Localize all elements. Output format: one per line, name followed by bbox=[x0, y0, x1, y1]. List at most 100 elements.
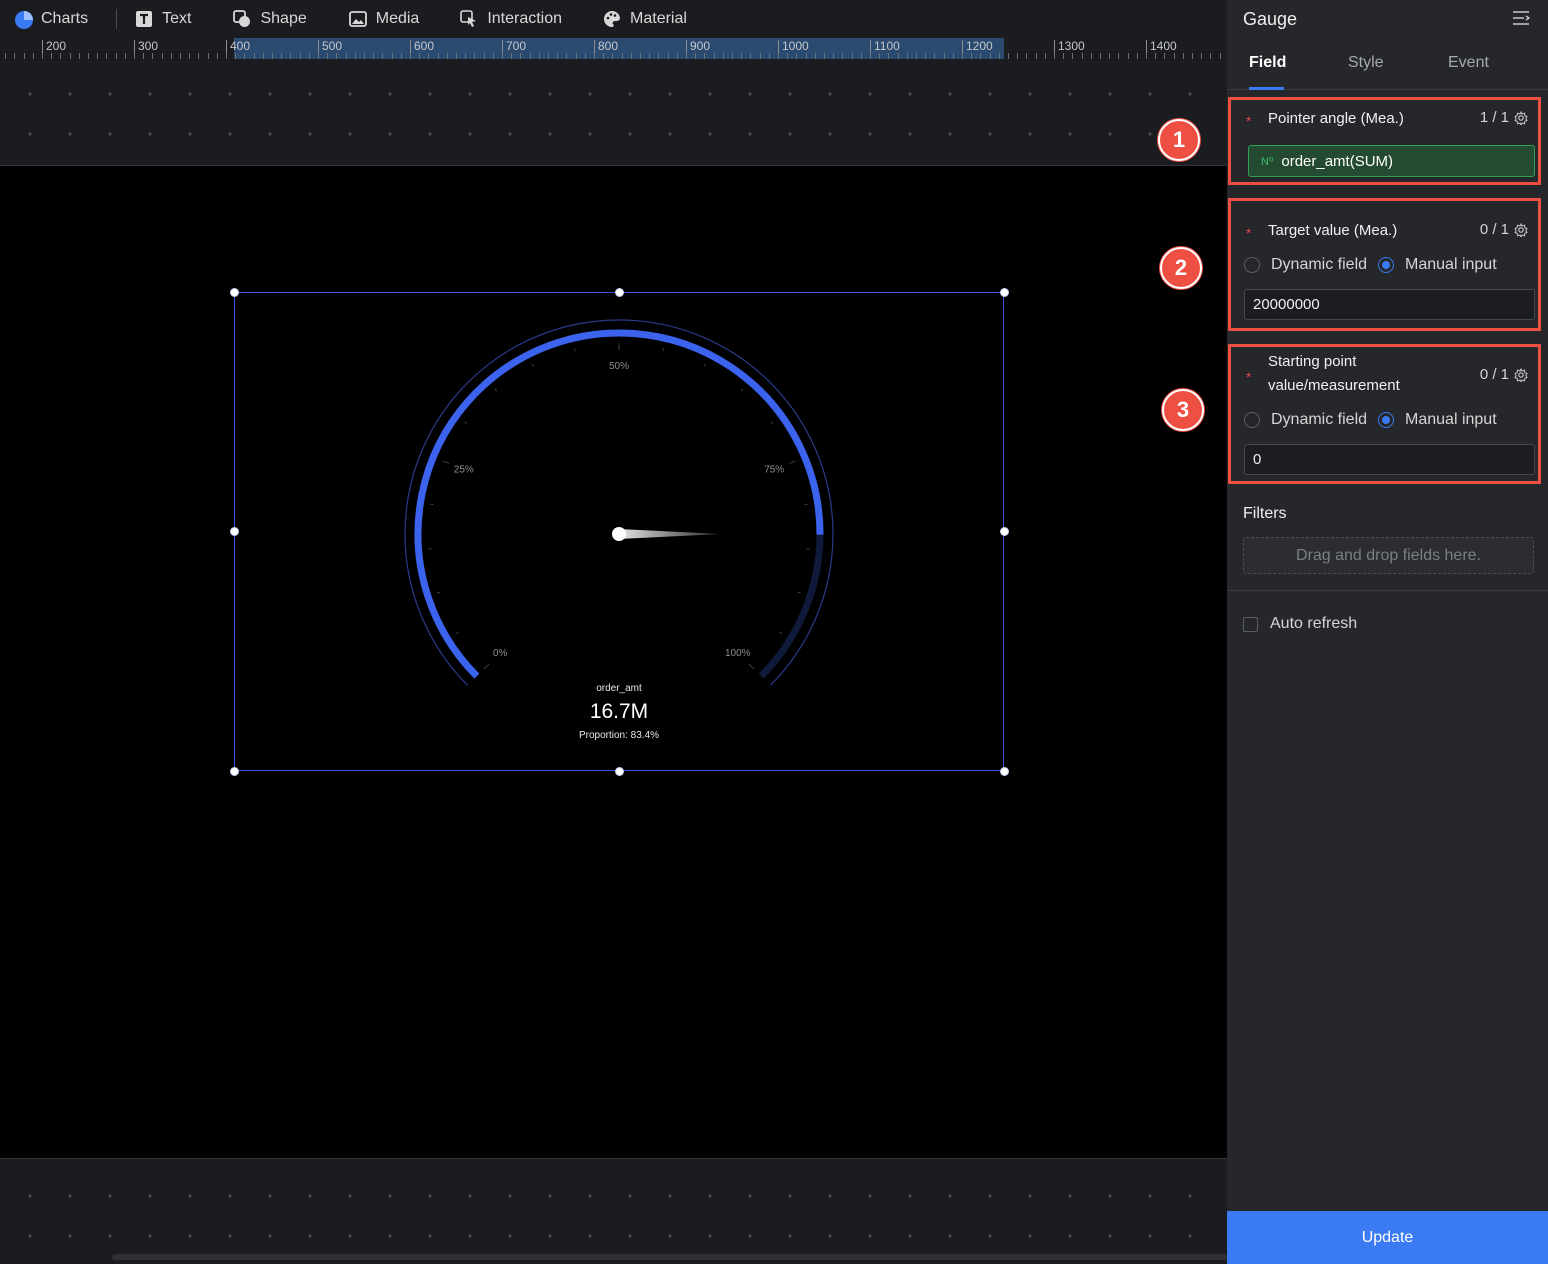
toolbar-text-label: Text bbox=[162, 10, 192, 27]
tab-style[interactable]: Style bbox=[1348, 54, 1384, 72]
toolbar-interaction-label: Interaction bbox=[487, 10, 563, 27]
gauge-tick bbox=[437, 591, 441, 594]
panel-header: Gauge bbox=[1227, 0, 1548, 38]
gauge-tick bbox=[573, 348, 576, 352]
toolbar-text[interactable]: Text bbox=[135, 0, 191, 38]
required-star: * bbox=[1246, 225, 1252, 241]
target-manual-label[interactable]: Manual input bbox=[1405, 256, 1497, 274]
required-star: * bbox=[1246, 113, 1252, 129]
gauge-tick bbox=[748, 663, 755, 670]
gear-icon[interactable] bbox=[1514, 222, 1528, 237]
update-button[interactable]: Update bbox=[1227, 1211, 1548, 1264]
pointer-angle-count: 1 / 1 bbox=[1480, 109, 1528, 126]
resize-handle-top-left[interactable] bbox=[230, 288, 239, 297]
collapse-menu-icon[interactable] bbox=[1512, 10, 1531, 26]
workspace-top-margin bbox=[0, 59, 1227, 166]
gauge-tick-label: 75% bbox=[764, 465, 784, 476]
resize-handle-right[interactable] bbox=[1000, 527, 1009, 536]
resize-handle-left[interactable] bbox=[230, 527, 239, 536]
pointer-angle-field-pill[interactable]: N⁰ order_amt(SUM) bbox=[1248, 145, 1535, 177]
ruler-label: 1100 bbox=[874, 39, 900, 53]
toolbar-separator bbox=[116, 9, 118, 29]
gauge-value: 16.7M bbox=[589, 700, 649, 723]
target-value-input[interactable]: 20000000 bbox=[1244, 289, 1535, 320]
auto-refresh-checkbox[interactable] bbox=[1243, 616, 1258, 632]
resize-handle-top-right[interactable] bbox=[1000, 288, 1009, 297]
gauge-tick bbox=[770, 421, 774, 424]
gauge-tick bbox=[464, 421, 468, 424]
ruler-label: 1300 bbox=[1058, 39, 1085, 53]
toolbar-charts-label: Charts bbox=[41, 10, 89, 27]
toolbar-shape-label: Shape bbox=[260, 10, 307, 27]
gauge-tick bbox=[703, 363, 707, 367]
target-dynamic-label[interactable]: Dynamic field bbox=[1271, 256, 1367, 274]
cursor-icon bbox=[460, 10, 478, 28]
annotation-badge-3: 3 bbox=[1162, 389, 1204, 431]
resize-handle-bottom[interactable] bbox=[615, 767, 624, 776]
toolbar-charts[interactable]: Charts bbox=[14, 0, 88, 38]
resize-handle-top[interactable] bbox=[615, 288, 624, 297]
resize-handle-bottom-right[interactable] bbox=[1000, 767, 1009, 776]
text-icon bbox=[135, 10, 153, 28]
starting-point-count: 0 / 1 bbox=[1480, 366, 1528, 383]
ruler-label: 900 bbox=[690, 39, 711, 53]
gauge-tick-label: 50% bbox=[609, 361, 629, 372]
tab-field[interactable]: Field bbox=[1249, 54, 1286, 72]
toolbar-media-label: Media bbox=[375, 10, 420, 27]
top-toolbar: Charts Text Shape Media Interaction Mate… bbox=[0, 0, 1227, 38]
horizontal-scrollbar[interactable] bbox=[112, 1254, 1227, 1260]
start-dynamic-label[interactable]: Dynamic field bbox=[1271, 411, 1367, 429]
auto-refresh-option[interactable]: Auto refresh bbox=[1243, 615, 1357, 633]
start-dynamic-radio[interactable] bbox=[1244, 412, 1260, 428]
target-value-title: Target value (Mea.) bbox=[1268, 222, 1398, 239]
start-manual-label[interactable]: Manual input bbox=[1405, 411, 1497, 429]
ruler-label: 200 bbox=[46, 39, 67, 53]
ruler-label: 1400 bbox=[1150, 39, 1177, 53]
resize-handle-bottom-left[interactable] bbox=[230, 767, 239, 776]
active-tab-indicator bbox=[1249, 87, 1284, 90]
ruler-label: 400 bbox=[230, 39, 251, 53]
panel-tabs: Field Style Event bbox=[1227, 38, 1548, 90]
pointer-angle-section: * Pointer angle (Mea.) 1 / 1 N⁰ order_am… bbox=[1228, 97, 1541, 185]
gauge-tick bbox=[797, 591, 801, 594]
gauge-needle-pivot bbox=[612, 527, 626, 541]
gauge-proportion: Proportion: 83.4% bbox=[578, 730, 660, 741]
filters-label: Filters bbox=[1243, 505, 1287, 522]
annotation-badge-1: 1 bbox=[1158, 119, 1200, 161]
panel-divider bbox=[1227, 590, 1548, 591]
target-dynamic-radio[interactable] bbox=[1244, 257, 1260, 273]
gauge-tick bbox=[740, 388, 744, 392]
gauge-progress-arc bbox=[414, 329, 824, 679]
required-star: * bbox=[1246, 369, 1252, 385]
toolbar-material[interactable]: Material bbox=[603, 0, 687, 38]
annotation-badge-2: 2 bbox=[1160, 247, 1202, 289]
start-manual-radio[interactable] bbox=[1378, 412, 1395, 428]
ruler-label: 1200 bbox=[966, 39, 993, 53]
gauge-title: order_amt bbox=[596, 683, 642, 694]
toolbar-shape[interactable]: Shape bbox=[233, 0, 307, 38]
horizontal-ruler: 200 300 400 500 600 700 800 900 1000 1100 1200 1300… bbox=[0, 38, 1227, 59]
ruler-label: 800 bbox=[598, 39, 619, 53]
shape-icon bbox=[233, 10, 251, 28]
target-manual-radio[interactable] bbox=[1378, 257, 1395, 273]
gauge-tick bbox=[483, 663, 490, 670]
filters-dropzone[interactable]: Drag and drop fields here. bbox=[1243, 537, 1534, 574]
pointer-angle-field-name: order_amt(SUM) bbox=[1281, 152, 1394, 170]
properties-panel: Gauge Field Style Event * Pointer angle … bbox=[1227, 0, 1548, 1264]
starting-point-title-line2: value/measurement bbox=[1268, 377, 1400, 394]
gauge-tick bbox=[442, 460, 450, 465]
gauge-tick bbox=[788, 460, 796, 465]
tab-event[interactable]: Event bbox=[1448, 54, 1489, 72]
toolbar-media[interactable]: Media bbox=[348, 0, 420, 38]
gauge-tick-label: 25% bbox=[454, 465, 474, 476]
palette-icon bbox=[603, 10, 621, 28]
target-value-section: * Target value (Mea.) 0 / 1 Dynamic fiel… bbox=[1228, 198, 1541, 331]
starting-point-section: * Starting point value/measurement 0 / 1… bbox=[1228, 344, 1541, 484]
starting-point-mode: Dynamic field Manual input bbox=[1244, 411, 1497, 429]
toolbar-interaction[interactable]: Interaction bbox=[460, 0, 562, 38]
gear-icon[interactable] bbox=[1514, 110, 1528, 125]
starting-point-input[interactable]: 0 bbox=[1244, 444, 1535, 475]
measure-number-icon: N⁰ bbox=[1261, 155, 1274, 168]
gear-icon[interactable] bbox=[1514, 367, 1528, 382]
ruler-label: 600 bbox=[414, 39, 435, 53]
